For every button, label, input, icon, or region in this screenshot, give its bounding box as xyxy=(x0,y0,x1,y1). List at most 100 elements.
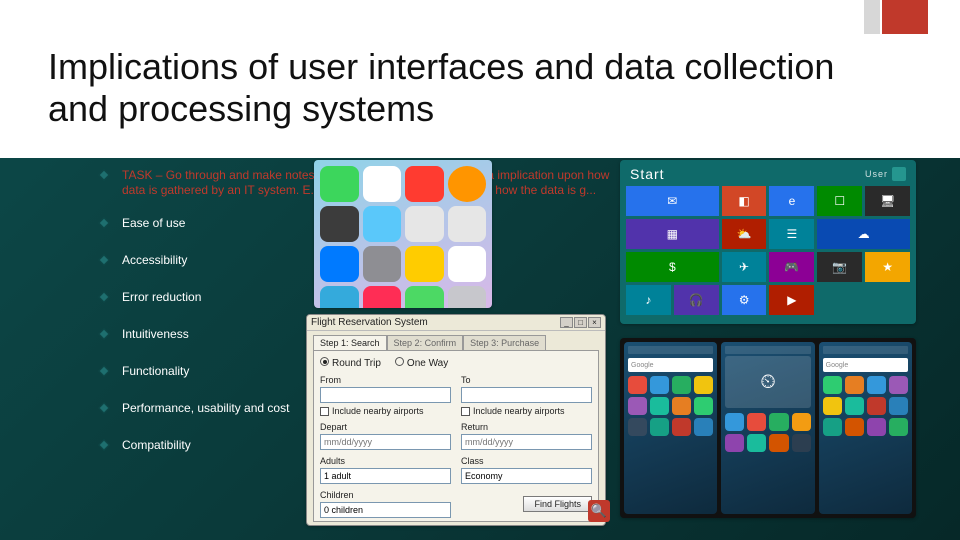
class-label: Class xyxy=(461,456,592,466)
app-grid xyxy=(725,413,810,510)
return-input[interactable] xyxy=(461,434,592,450)
app-icon xyxy=(867,418,886,436)
nearby-from-checkbox[interactable]: Include nearby airports xyxy=(320,406,451,416)
bullet-icon xyxy=(98,328,109,339)
app-icon xyxy=(448,206,487,242)
depart-input[interactable] xyxy=(320,434,451,450)
app-icon xyxy=(650,376,669,394)
app-icon xyxy=(889,376,908,394)
dialog-title: Flight Reservation System xyxy=(311,317,428,328)
app-icon xyxy=(405,166,444,202)
start-tiles: ✉ ◧ e ☐ 🖥 ▦ ⛅ ☰ ☁ $ ✈ 🎮 📷 ★ ♪ 🎧 ⚙ ▶ xyxy=(626,186,910,315)
radio-label: One Way xyxy=(407,358,448,369)
app-icon xyxy=(694,376,713,394)
tile-icon: ▶ xyxy=(769,285,814,315)
nearby-to-checkbox[interactable]: Include nearby airports xyxy=(461,406,592,416)
tile-icon: ★ xyxy=(865,252,910,282)
accent-bar xyxy=(882,0,928,34)
close-icon[interactable]: × xyxy=(588,317,601,328)
start-header: Start User xyxy=(626,164,910,186)
app-icon xyxy=(320,206,359,242)
bullet-icon xyxy=(98,254,109,265)
bullet-label: Compatibility xyxy=(122,438,191,452)
find-flights-button[interactable]: Find Flights xyxy=(523,496,592,512)
depart-label: Depart xyxy=(320,422,451,432)
app-icon xyxy=(889,418,908,436)
app-icon xyxy=(769,434,788,452)
tile-icon: ◧ xyxy=(722,186,767,216)
minimize-icon[interactable]: _ xyxy=(560,317,573,328)
app-icon xyxy=(628,397,647,415)
tile-icon: ☁ xyxy=(817,219,910,249)
tile-icon: ♪ xyxy=(626,285,671,315)
radio-icon xyxy=(320,357,329,366)
tile-icon: 📷 xyxy=(817,252,862,282)
app-icon xyxy=(823,418,842,436)
checkbox-label: Include nearby airports xyxy=(332,406,424,416)
status-bar xyxy=(725,346,810,354)
dialog-titlebar: Flight Reservation System _ □ × xyxy=(307,315,605,331)
radio-label: Round Trip xyxy=(332,358,381,369)
flight-reservation-dialog: Flight Reservation System _ □ × Step 1: … xyxy=(306,314,606,526)
maximize-icon[interactable]: □ xyxy=(574,317,587,328)
app-icon xyxy=(320,286,359,308)
bullet-icon xyxy=(98,365,109,376)
app-icon xyxy=(889,397,908,415)
app-icon xyxy=(320,166,359,202)
bullet-label: Performance, usability and cost xyxy=(122,401,289,415)
adults-select[interactable] xyxy=(320,468,451,484)
search-bar[interactable]: Google xyxy=(823,358,908,372)
tile-icon: 🎮 xyxy=(769,252,814,282)
return-label: Return xyxy=(461,422,592,432)
radio-one-way[interactable]: One Way xyxy=(395,357,448,369)
app-icon xyxy=(672,376,691,394)
magnifier-icon[interactable]: 🔍 xyxy=(588,500,610,522)
radio-round-trip[interactable]: Round Trip xyxy=(320,357,381,369)
start-user: User xyxy=(865,167,906,181)
bullet-label: Error reduction xyxy=(122,290,201,304)
radio-icon xyxy=(395,357,404,366)
adults-label: Adults xyxy=(320,456,451,466)
children-select[interactable] xyxy=(320,502,451,518)
from-input[interactable] xyxy=(320,387,451,403)
tab-confirm[interactable]: Step 2: Confirm xyxy=(387,335,464,350)
android-phone-1: Google xyxy=(624,342,717,514)
bullet-icon xyxy=(98,291,109,302)
checkbox-icon xyxy=(461,407,470,416)
tab-purchase[interactable]: Step 3: Purchase xyxy=(463,335,546,350)
app-icon xyxy=(694,397,713,415)
app-icon xyxy=(823,397,842,415)
search-bar[interactable]: Google xyxy=(628,358,713,372)
app-icon xyxy=(405,246,444,282)
dialog-body: Round Trip One Way From Include nearby a… xyxy=(313,350,599,522)
tile-icon: $ xyxy=(626,252,719,282)
children-label: Children xyxy=(320,490,451,500)
app-icon xyxy=(320,246,359,282)
tile-icon: ☰ xyxy=(769,219,814,249)
to-input[interactable] xyxy=(461,387,592,403)
class-select[interactable] xyxy=(461,468,592,484)
tile-icon: ▦ xyxy=(626,219,719,249)
tab-search[interactable]: Step 1: Search xyxy=(313,335,387,350)
avatar xyxy=(892,167,906,181)
app-icon xyxy=(694,418,713,436)
app-icon xyxy=(448,166,487,202)
app-icon xyxy=(363,206,402,242)
windows-start-image: Start User ✉ ◧ e ☐ 🖥 ▦ ⛅ ☰ ☁ $ ✈ 🎮 📷 ★ ♪… xyxy=(620,160,916,324)
user-label: User xyxy=(865,169,888,179)
app-icon xyxy=(628,376,647,394)
tile-icon: 🖥 xyxy=(865,186,910,216)
app-icon xyxy=(672,397,691,415)
bullet-icon xyxy=(98,217,109,228)
app-icon xyxy=(725,413,744,431)
search-placeholder: Google xyxy=(631,362,654,369)
accent-shadow xyxy=(864,0,880,34)
app-icon xyxy=(650,418,669,436)
bullet-label: Functionality xyxy=(122,364,189,378)
app-icon xyxy=(363,166,402,202)
clock-widget: ⏲ xyxy=(725,356,810,408)
app-icon xyxy=(823,376,842,394)
tile-icon: ⛅ xyxy=(722,219,767,249)
app-icon xyxy=(628,418,647,436)
app-icon xyxy=(792,434,811,452)
